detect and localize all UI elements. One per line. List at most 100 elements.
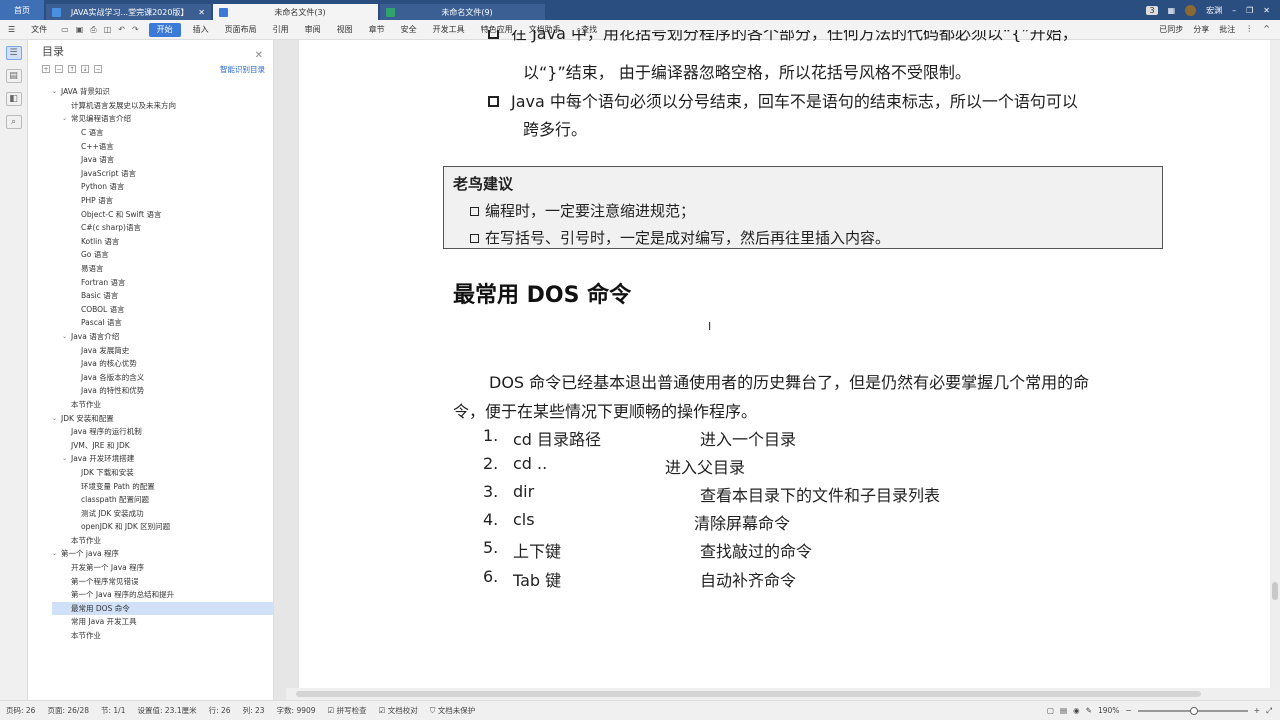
user-name[interactable]: 宏渊 xyxy=(1206,5,1222,16)
share-button[interactable]: 分享 xyxy=(1193,24,1209,35)
zoom-slider[interactable] xyxy=(1137,706,1248,715)
toc-item[interactable]: Java 程序的运行机制 xyxy=(52,425,288,439)
toc-item[interactable]: Object-C 和 Swift 语言 xyxy=(52,207,288,221)
avatar[interactable] xyxy=(1185,4,1197,16)
tab-developer[interactable]: 开发工具 xyxy=(425,20,473,40)
outline-icon[interactable]: ✎ xyxy=(1086,706,1092,715)
zoom-out-icon[interactable]: − xyxy=(1125,706,1131,715)
print-icon[interactable]: ⎙ xyxy=(90,25,96,35)
toc-item[interactable]: 本节作业 xyxy=(52,398,288,412)
chevron-down-icon[interactable]: ⌄ xyxy=(52,88,61,95)
tab-home[interactable]: 首页 xyxy=(0,0,44,20)
tab-start[interactable]: 开始 xyxy=(148,22,181,37)
close-window-icon[interactable]: ✕ xyxy=(1263,6,1270,15)
web-view-icon[interactable]: ◉ xyxy=(1073,706,1080,715)
toc-item[interactable]: Java 的特性和优势 xyxy=(52,384,288,398)
tab-insert[interactable]: 插入 xyxy=(185,20,217,40)
tab-security[interactable]: 安全 xyxy=(393,20,425,40)
comment-button[interactable]: 批注 xyxy=(1219,24,1235,35)
toc-item[interactable]: JavaScript 语言 xyxy=(52,167,288,181)
more-icon[interactable]: ⋮ xyxy=(1245,24,1253,35)
toc-item[interactable]: 环境变量 Path 的配置 xyxy=(52,479,288,493)
remove-icon[interactable]: − xyxy=(94,65,102,73)
restore-icon[interactable]: ❐ xyxy=(1246,6,1253,15)
toc-item[interactable]: C#(c sharp)语言 xyxy=(52,221,288,235)
toc-icon[interactable]: ☰ xyxy=(5,46,22,60)
toc-item[interactable]: ⌄ Java 语言介绍 xyxy=(52,330,288,344)
file-menu[interactable]: 文件 xyxy=(23,20,55,40)
toc-item[interactable]: 易语言 xyxy=(52,262,288,276)
smart-toc-button[interactable]: 智能识别目录 xyxy=(220,64,265,75)
grid-icon[interactable]: ▦ xyxy=(1168,6,1176,15)
close-icon[interactable]: ✕ xyxy=(198,8,205,17)
toc-item[interactable]: JDK 下载和安装 xyxy=(52,466,288,480)
toc-item[interactable]: Java 语言 xyxy=(52,153,288,167)
preview-icon[interactable]: ◫ xyxy=(104,25,112,35)
notification-badge[interactable]: 3 xyxy=(1146,5,1158,15)
expand-icon[interactable]: + xyxy=(42,65,50,73)
toc-item[interactable]: 本节作业 xyxy=(52,534,288,548)
tab-references[interactable]: 引用 xyxy=(265,20,297,40)
save-icon[interactable]: ▣ xyxy=(76,25,84,35)
redo-icon[interactable]: ↷ xyxy=(132,25,139,35)
toc-item[interactable]: Java 的核心优势 xyxy=(52,357,288,371)
toc-item[interactable]: Python 语言 xyxy=(52,180,288,194)
chevron-down-icon[interactable]: ⌄ xyxy=(62,333,71,340)
toc-item[interactable]: Java 发展简史 xyxy=(52,343,288,357)
level-up-icon[interactable]: ↑ xyxy=(68,65,76,73)
find-icon[interactable]: ⌕ xyxy=(5,115,22,129)
toc-item[interactable]: Fortran 语言 xyxy=(52,275,288,289)
toc-item[interactable]: 最常用 DOS 命令 xyxy=(52,601,288,616)
toc-item[interactable]: JVM、JRE 和 JDK xyxy=(52,438,288,452)
view-mode-icon[interactable]: ▢ xyxy=(1047,706,1054,715)
toc-item[interactable]: Go 语言 xyxy=(52,248,288,262)
toc-item[interactable]: 测试 JDK 安装成功 xyxy=(52,506,288,520)
toc-item[interactable]: Pascal 语言 xyxy=(52,316,288,330)
tab-doc-untitled3[interactable]: 未命名文件(3) xyxy=(213,4,378,20)
fit-icon[interactable]: ⤢ xyxy=(1266,706,1272,716)
protect-button[interactable]: ⛉ 文档未保护 xyxy=(424,705,482,716)
toc-item[interactable]: C++语言 xyxy=(52,139,288,153)
vertical-scroll-thumb[interactable] xyxy=(1272,582,1278,600)
toc-item[interactable]: 第一个程序常见错误 xyxy=(52,574,288,588)
zoom-in-icon[interactable]: + xyxy=(1254,706,1260,715)
collapse-all-icon[interactable]: − xyxy=(55,65,63,73)
tab-review[interactable]: 审阅 xyxy=(297,20,329,40)
tab-chapter[interactable]: 章节 xyxy=(361,20,393,40)
horizontal-scrollbar[interactable] xyxy=(286,688,1280,700)
toc-item[interactable]: 开发第一个 Java 程序 xyxy=(52,561,288,575)
toc-item[interactable]: Java 各版本的含义 xyxy=(52,370,288,384)
toc-item[interactable]: ⌄ 第一个 java 程序 xyxy=(52,547,288,561)
close-icon[interactable]: ✕ xyxy=(255,50,263,61)
zoom-knob[interactable] xyxy=(1189,706,1198,715)
toc-item[interactable]: 常用 Java 开发工具 xyxy=(52,615,288,629)
toc-item[interactable]: 计算机语言发展史以及未来方向 xyxy=(52,99,288,113)
toc-item[interactable]: PHP 语言 xyxy=(52,194,288,208)
vertical-scrollbar[interactable] xyxy=(1270,40,1280,688)
toc-item[interactable]: ⌄ Java 开发环境搭建 xyxy=(52,452,288,466)
tab-doc-java[interactable]: JAVA实战学习...堂完课2020版】 ✕ xyxy=(46,4,211,20)
chevron-down-icon[interactable]: ⌄ xyxy=(62,115,71,122)
toc-item[interactable]: Kotlin 语言 xyxy=(52,235,288,249)
tab-doc-untitled9[interactable]: 未命名文件(9) xyxy=(380,4,545,20)
bookmark-icon[interactable]: ◧ xyxy=(5,92,22,106)
sync-button[interactable]: 已同步 xyxy=(1159,24,1183,35)
collapse-icon[interactable]: ^ xyxy=(1263,24,1270,35)
toc-item[interactable]: openJDK 和 JDK 区别问题 xyxy=(52,520,288,534)
chevron-down-icon[interactable]: ⌄ xyxy=(52,550,61,557)
toc-item[interactable]: 第一个 Java 程序的总结和提升 xyxy=(52,588,288,602)
level-down-icon[interactable]: ↓ xyxy=(81,65,89,73)
tab-page-layout[interactable]: 页面布局 xyxy=(217,20,265,40)
minimize-icon[interactable]: – xyxy=(1232,6,1236,15)
proofread-button[interactable]: ☑ 文档校对 xyxy=(373,705,424,716)
chevron-down-icon[interactable]: ⌄ xyxy=(62,455,71,462)
read-mode-icon[interactable]: ▤ xyxy=(1060,706,1067,715)
toc-item[interactable]: ⌄ 常见编程语言介绍 xyxy=(52,112,288,126)
chevron-down-icon[interactable]: ⌄ xyxy=(52,415,61,422)
toc-item[interactable]: Basic 语言 xyxy=(52,289,288,303)
toc-item[interactable]: C 语言 xyxy=(52,126,288,140)
status-words[interactable]: 字数: 9909 xyxy=(271,705,322,716)
zoom-level[interactable]: 190% xyxy=(1098,706,1119,715)
status-pages[interactable]: 页面: 26/28 xyxy=(41,705,95,716)
toc-item[interactable]: 本节作业 xyxy=(52,629,288,643)
